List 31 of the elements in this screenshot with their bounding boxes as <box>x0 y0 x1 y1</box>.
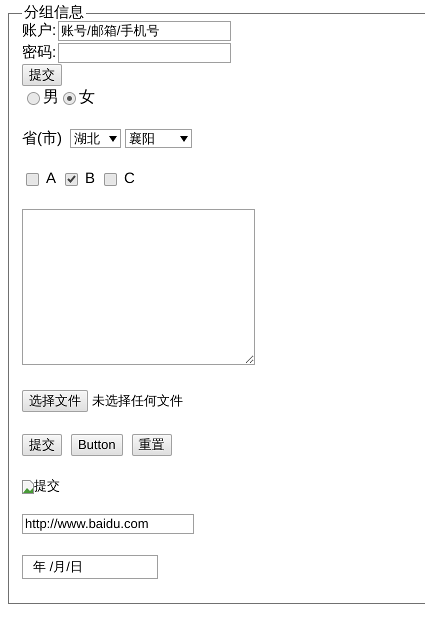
submit-button[interactable]: 提交 <box>22 434 62 456</box>
account-field[interactable]: 账号/邮箱/手机号 <box>58 21 232 41</box>
radio-label: 男 <box>43 88 59 108</box>
password-label: 密码: <box>22 44 56 62</box>
password-field[interactable] <box>58 43 232 63</box>
choose-file-button[interactable]: 选择文件 <box>22 390 88 412</box>
reset-button[interactable]: 重置 <box>132 434 172 456</box>
group-legend: 分组信息 <box>22 4 86 22</box>
radio-label: 女 <box>79 88 95 108</box>
account-label: 账户: <box>22 22 56 40</box>
submit-button[interactable]: 提交 <box>22 64 62 86</box>
radio-button[interactable] <box>63 92 76 104</box>
province-select[interactable]: 湖北 <box>70 129 121 148</box>
file-status: 未选择任何文件 <box>92 393 183 409</box>
date-field[interactable]: 年 /月/日 <box>22 554 158 579</box>
region-label: 省(市) <box>22 130 62 148</box>
checkbox-label: C <box>124 170 135 188</box>
plain-button[interactable]: Button <box>71 434 123 456</box>
image-alt-text: 提交 <box>34 478 60 494</box>
checkbox-label: B <box>85 170 96 188</box>
dropdown-arrow-icon <box>109 136 117 142</box>
url-field[interactable]: http://www.baidu.com <box>22 514 194 534</box>
broken-image-icon <box>22 478 34 494</box>
checkbox[interactable] <box>104 172 118 186</box>
checkbox-label: A <box>46 170 56 188</box>
radio-button[interactable] <box>27 92 40 104</box>
text-area[interactable] <box>22 209 255 365</box>
checkbox[interactable] <box>26 172 39 186</box>
dropdown-arrow-icon <box>180 136 188 142</box>
city-select[interactable]: 襄阳 <box>125 129 192 148</box>
checkbox[interactable] <box>65 172 78 186</box>
